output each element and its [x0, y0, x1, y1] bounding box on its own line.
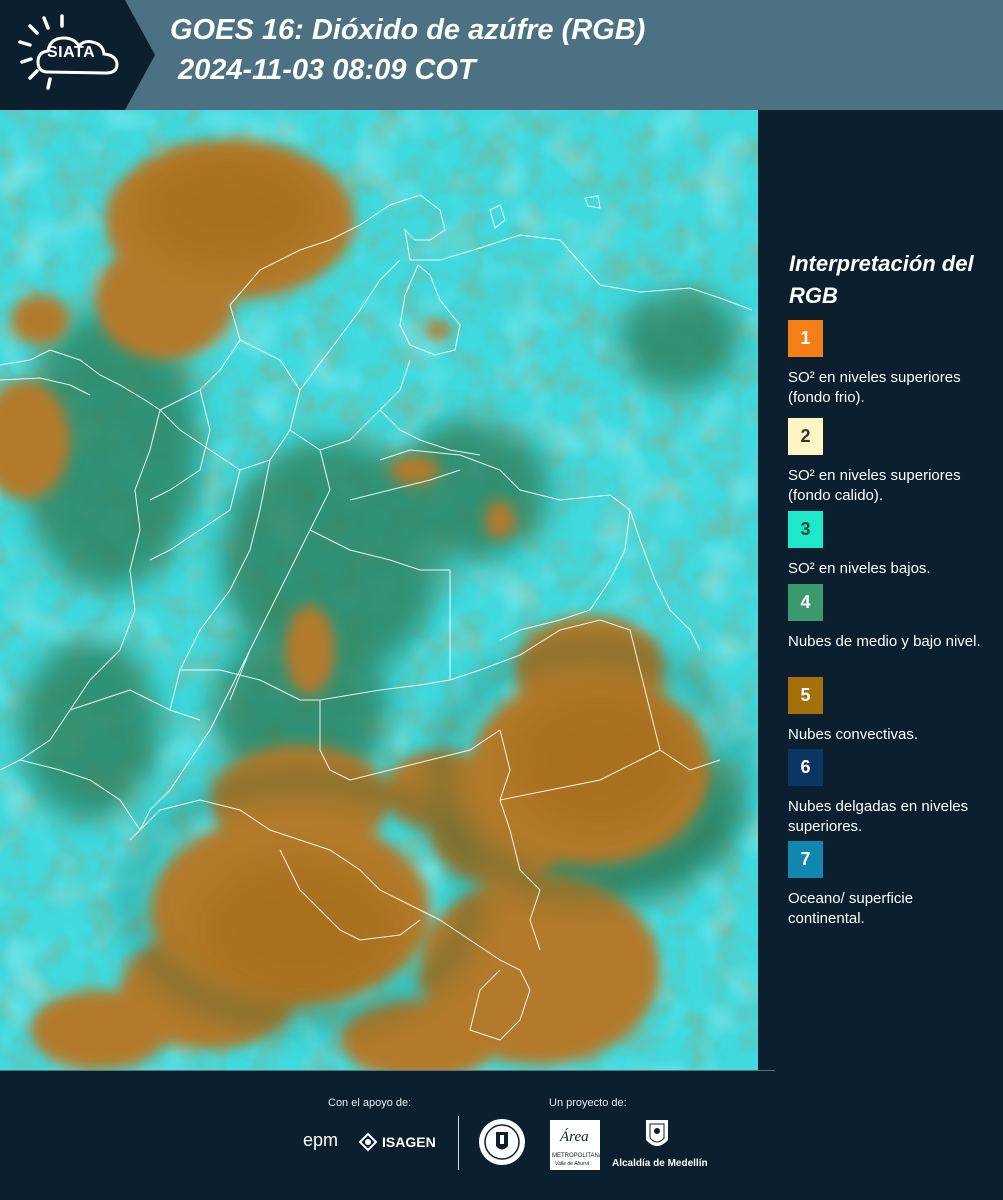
legend-swatch-7: 7 [788, 841, 823, 878]
medellin-seal-logo[interactable] [478, 1118, 526, 1171]
satellite-map-image [0, 110, 758, 1070]
page-title: GOES 16: Dióxido de azúfre (RGB) [170, 14, 646, 46]
legend-item-4: 4 Nubes de medio y bajo nivel. [788, 584, 993, 652]
epm-logo[interactable]: epm [303, 1130, 338, 1151]
area-sub-1: METROPOLITANA [552, 1153, 603, 1159]
legend-item-2: 2 SO² en niveles superiores (fondo calid… [788, 418, 993, 506]
legend-number: 5 [800, 685, 811, 705]
isagen-mark-icon [358, 1132, 378, 1152]
seal-icon [479, 1119, 525, 1165]
legend-item-1: 1 SO² en niveles superiores (fondo frio)… [788, 320, 993, 408]
legend-swatch-1: 1 [788, 320, 823, 357]
legend-swatch-2: 2 [788, 418, 823, 455]
legend-item-6: 6 Nubes delgadas en niveles superiores. [788, 749, 993, 837]
legend-description: Nubes de medio y bajo nivel. [788, 633, 981, 650]
satellite-map[interactable] [0, 110, 758, 1070]
legend-number: 1 [800, 328, 811, 348]
isagen-text: ISAGEN [382, 1134, 436, 1150]
area-metropolitana-logo[interactable]: Área METROPOLITANA Valle de Aburrá [550, 1120, 603, 1170]
legend-swatch-3: 3 [788, 511, 823, 548]
footer-top-line [0, 1070, 775, 1071]
legend-description: Oceano/ superficie continental. [788, 890, 914, 927]
legend-item-7: 7 Oceano/ superficie continental. [788, 841, 993, 929]
legend-number: 2 [800, 426, 811, 446]
siata-logo[interactable]: SIATA [0, 0, 155, 110]
legend-number: 4 [800, 592, 811, 612]
legend-item-3: 3 SO² en niveles bajos. [788, 511, 993, 579]
support-label: Con el apoyo de: [328, 1097, 412, 1109]
legend-swatch-4: 4 [788, 584, 823, 621]
legend-description: Nubes delgadas en niveles superiores. [788, 798, 969, 835]
project-label: Un proyecto de: [549, 1097, 627, 1109]
footer: Con el apoyo de: Un proyecto de: epm ISA… [0, 1070, 1003, 1200]
footer-divider [458, 1116, 459, 1170]
legend-description: SO² en niveles superiores (fondo frio). [788, 369, 961, 406]
shield-icon [646, 1120, 668, 1146]
legend-swatch-5: 5 [788, 677, 823, 714]
area-text: Área [560, 1129, 589, 1145]
alcaldia-logo[interactable]: Alcaldía de Medellín [612, 1118, 708, 1170]
area-sub-2: Valle de Aburrá [555, 1161, 590, 1167]
alcaldia-text: Alcaldía de Medellín [612, 1158, 708, 1169]
page-timestamp: 2024-11-03 08:09 COT [178, 54, 476, 86]
rgb-legend: Interpretación del RGB 1 SO² en niveles … [758, 110, 1003, 1070]
legend-item-5: 5 Nubes convectivas. [788, 677, 993, 745]
legend-swatch-6: 6 [788, 749, 823, 786]
legend-description: SO² en niveles bajos. [788, 560, 931, 577]
epm-text: epm [303, 1130, 339, 1150]
legend-description: SO² en niveles superiores (fondo calido)… [788, 467, 961, 504]
legend-number: 3 [800, 519, 811, 539]
legend-number: 7 [800, 849, 811, 869]
legend-description: Nubes convectivas. [788, 726, 919, 743]
legend-title: Interpretación del RGB [789, 251, 974, 308]
logo-text: SIATA [47, 44, 96, 61]
legend-number: 6 [800, 757, 811, 777]
header-bar: SIATA GOES 16: Dióxido de azúfre (RGB) 2… [0, 0, 1003, 110]
